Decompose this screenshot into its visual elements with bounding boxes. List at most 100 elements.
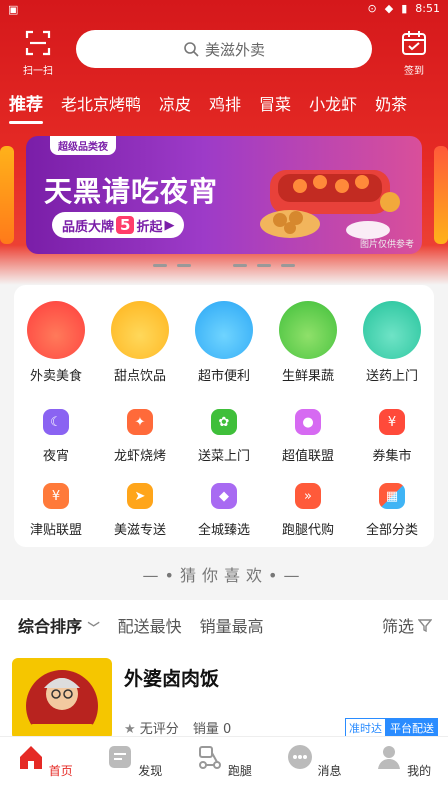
service-label: 龙虾烧烤 [113, 449, 166, 464]
guess-you-like-heading: —•猜你喜欢•— [0, 562, 448, 586]
tab-messages[interactable]: 消息 [269, 737, 359, 798]
user-icon [378, 746, 401, 769]
grid-apps-icon: ▦ [379, 483, 405, 509]
service-meizi-delivery[interactable]: ➤ 美滋专送 [98, 483, 182, 538]
pager-dot [233, 264, 247, 267]
service-all-categories[interactable]: ▦ 全部分类 [350, 483, 434, 538]
service-label: 超值联盟 [281, 449, 334, 464]
service-takeout-food[interactable]: 外卖美食 [14, 301, 98, 384]
service-row-3: ¥ 津贴联盟 ➤ 美滋专送 ◆ 全城臻选 » 跑腿代购 ▦ 全部分类 [14, 483, 434, 538]
hotpot-food-illustration [260, 170, 400, 239]
runner-icon: » [295, 483, 321, 509]
sort-top-sales[interactable]: 销量最高 [200, 613, 264, 637]
category-tab-milk-tea[interactable]: 奶茶 [366, 92, 416, 120]
scooter-icon: ➤ [127, 483, 153, 509]
scan-button[interactable]: 扫一扫 [18, 30, 58, 77]
tab-home[interactable]: 首页 [0, 737, 90, 798]
category-tab-maocai[interactable]: 冒菜 [250, 92, 300, 120]
service-medicine-delivery[interactable]: 送药上门 [350, 301, 434, 384]
bottom-tab-bar: 首页 发现 跑腿 消息 我的 [0, 736, 448, 798]
checkin-button[interactable]: 签到 [394, 30, 434, 77]
store-thumbnail [12, 658, 112, 740]
badge-on-time: 准时达 [345, 718, 386, 738]
status-bar: ▣ ⊙ ◆ ▮ 8:51 [0, 0, 448, 18]
moon-icon: ☾ [43, 409, 69, 435]
banner-prev-peek[interactable] [0, 146, 14, 244]
app-screen: ▣ ⊙ ◆ ▮ 8:51 扫一扫 美滋外卖 签到 推荐 老北京烤鸭 凉皮 鸡排 … [0, 0, 448, 798]
category-tab-roast-duck[interactable]: 老北京烤鸭 [52, 92, 150, 120]
category-tab-liangpi[interactable]: 凉皮 [150, 92, 200, 120]
service-label: 夜宵 [42, 449, 69, 464]
pager-dot [257, 264, 271, 267]
ice-cream-icon [111, 301, 169, 359]
status-time: 8:51 [415, 2, 440, 15]
store-meta: ★ 无评分 销量 0 [124, 718, 231, 737]
banner-tag: 超级品类夜 [50, 136, 116, 155]
diamond-icon: ◆ [211, 483, 237, 509]
promo-banner[interactable]: 超级品类夜 天黑请吃夜宵 品质大牌 5 折起 ▶ 图片仅供参考 [26, 136, 422, 254]
service-errand-purchase[interactable]: » 跑腿代购 [266, 483, 350, 538]
service-supermarket[interactable]: 超市便利 [182, 301, 266, 384]
service-label: 跑腿代购 [281, 523, 334, 538]
message-icon [287, 745, 312, 769]
funnel-icon [418, 619, 432, 632]
store-card[interactable]: 外婆卤肉饭 ★ 无评分 销量 0 准时达 平台配送 [0, 650, 448, 740]
banner-next-peek[interactable] [434, 146, 448, 244]
category-tab-crayfish[interactable]: 小龙虾 [300, 92, 366, 120]
pill-prefix: 品质大牌 [62, 219, 115, 235]
service-label: 外卖美食 [29, 369, 82, 384]
grandma-logo [26, 670, 98, 740]
category-tab-recommend[interactable]: 推荐 [0, 92, 52, 124]
filter-label: 筛选 [381, 617, 414, 636]
home-icon [19, 746, 42, 769]
service-desserts-drinks[interactable]: 甜点饮品 [98, 301, 182, 384]
service-allowance-alliance[interactable]: ¥ 津贴联盟 [14, 483, 98, 538]
service-vegetable-delivery[interactable]: ✿ 送菜上门 [182, 409, 266, 464]
shrimp-icon: ✦ [127, 409, 153, 435]
calendar-icon [402, 31, 426, 55]
sort-fastest-delivery[interactable]: 配送最快 [118, 613, 182, 637]
service-grid: 外卖美食 甜点饮品 超市便利 生鲜果蔬 送药上门 ☾ 夜宵 ✦ 龙虾烧烤 ✿ 送… [14, 285, 434, 547]
service-label: 甜点饮品 [113, 369, 166, 384]
pill-suffix: 折起 [136, 219, 163, 235]
star-icon: ★ [124, 722, 136, 737]
banner-title: 天黑请吃夜宵 [44, 175, 219, 208]
store-name: 外婆卤肉饭 [124, 668, 220, 690]
tab-discover[interactable]: 发现 [90, 737, 180, 798]
service-coupon-market[interactable]: ¥ 券集市 [350, 409, 434, 464]
service-label: 送菜上门 [197, 449, 250, 464]
service-label: 全城臻选 [197, 523, 250, 538]
carrot-icon [279, 301, 337, 359]
guess-title: 猜你喜欢 [179, 566, 268, 585]
tab-profile[interactable]: 我的 [358, 737, 448, 798]
service-value-alliance[interactable]: ● 超值联盟 [266, 409, 350, 464]
wifi-icon: ◆ [384, 2, 394, 15]
service-late-night-snack[interactable]: ☾ 夜宵 [14, 409, 98, 464]
search-icon [184, 42, 199, 57]
service-row-2: ☾ 夜宵 ✦ 龙虾烧烤 ✿ 送菜上门 ● 超值联盟 ¥ 券集市 [14, 409, 434, 464]
right-dash: •— [268, 566, 306, 585]
discover-icon [109, 746, 132, 768]
rating: ★ 无评分 [124, 722, 179, 737]
sort-bar: 综合排序 ﹀ 配送最快 销量最高 筛选 [0, 600, 448, 650]
scan-label: 扫一扫 [23, 66, 53, 77]
bowl-icon [27, 301, 85, 359]
tab-errand[interactable]: 跑腿 [179, 737, 269, 798]
service-citywide-select[interactable]: ◆ 全城臻选 [182, 483, 266, 538]
service-fresh-produce[interactable]: 生鲜果蔬 [266, 301, 350, 384]
banner-pager [0, 264, 448, 267]
service-label: 券集市 [372, 449, 412, 464]
money-bag-icon: ¥ [43, 483, 69, 509]
top-header: 扫一扫 美滋外卖 签到 [0, 24, 448, 80]
category-tab-chicken-cutlet[interactable]: 鸡排 [200, 92, 250, 120]
search-bar[interactable]: 美滋外卖 [76, 30, 372, 68]
filter-button[interactable]: 筛选 [382, 613, 432, 637]
service-crayfish-bbq[interactable]: ✦ 龙虾烧烤 [98, 409, 182, 464]
pill-arrow-icon: ▶ [164, 217, 175, 233]
pager-dot [177, 264, 191, 267]
pill-number: 5 [116, 216, 135, 234]
sort-comprehensive[interactable]: 综合排序 ﹀ [18, 613, 100, 637]
banner-credit: 图片仅供参考 [359, 240, 414, 250]
chevron-down-icon: ﹀ [87, 621, 100, 635]
sales-count: 销量 0 [192, 722, 232, 737]
